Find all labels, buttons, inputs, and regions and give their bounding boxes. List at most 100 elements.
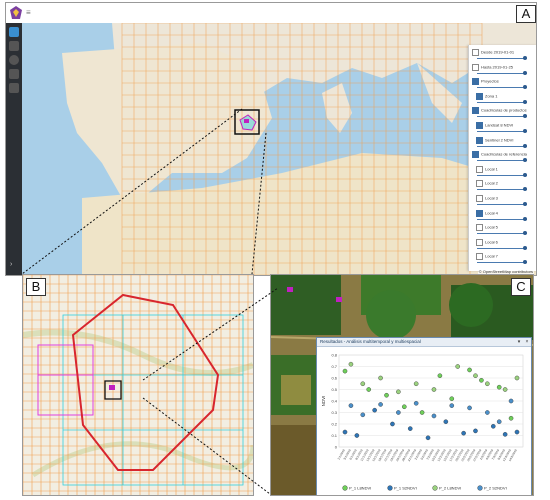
data-point[interactable] — [366, 387, 372, 392]
legend-label[interactable]: P_1 S2NDVI — [394, 486, 417, 491]
opacity-slider[interactable] — [477, 172, 527, 177]
layer-item[interactable]: Local 3 — [476, 195, 498, 202]
data-point[interactable] — [473, 428, 478, 434]
opacity-slider[interactable] — [477, 56, 527, 60]
slider-knob[interactable] — [523, 216, 527, 221]
data-point[interactable] — [443, 419, 449, 424]
data-point[interactable] — [348, 403, 354, 408]
slider-knob[interactable] — [523, 260, 527, 265]
opacity-slider[interactable] — [477, 85, 527, 90]
layer-checkbox[interactable] — [472, 78, 479, 86]
data-point[interactable] — [372, 407, 377, 413]
data-point[interactable] — [402, 404, 407, 410]
opacity-slider[interactable] — [477, 70, 527, 75]
data-point[interactable] — [419, 410, 425, 415]
data-point[interactable] — [437, 373, 443, 379]
slider-knob[interactable] — [523, 56, 527, 60]
data-point[interactable] — [514, 375, 520, 381]
layer-item[interactable]: Hasta 2019-01-25 — [472, 63, 513, 71]
menu-icon[interactable]: ≡ — [26, 8, 31, 17]
layer-item[interactable]: Local 6 — [476, 238, 498, 246]
data-point[interactable] — [502, 432, 508, 437]
slider-knob[interactable] — [523, 143, 527, 148]
slider-knob[interactable] — [523, 231, 527, 236]
layer-checkbox[interactable] — [476, 180, 483, 188]
legend-label[interactable]: P_1 L8NDVI — [349, 486, 371, 491]
data-point[interactable] — [390, 421, 395, 427]
data-point[interactable] — [431, 387, 437, 392]
opacity-slider[interactable] — [477, 99, 527, 104]
data-point[interactable] — [378, 402, 383, 407]
slider-knob[interactable] — [523, 172, 527, 177]
map-iberia[interactable] — [22, 23, 536, 275]
data-point[interactable] — [360, 412, 366, 418]
slider-knob[interactable] — [523, 187, 527, 192]
slider-knob[interactable] — [523, 202, 527, 206]
layer-checkbox[interactable] — [476, 122, 483, 129]
data-point[interactable] — [485, 381, 490, 387]
data-point[interactable] — [413, 381, 419, 387]
close-button[interactable]: × — [524, 339, 530, 345]
slider-knob[interactable] — [523, 129, 527, 133]
layers-icon[interactable] — [9, 41, 19, 51]
layer-item[interactable]: Zona 1 — [476, 92, 497, 100]
data-point[interactable] — [496, 384, 502, 390]
data-point[interactable] — [384, 392, 389, 398]
layer-checkbox[interactable] — [472, 107, 479, 115]
layer-checkbox[interactable] — [476, 92, 483, 100]
slider-knob[interactable] — [523, 99, 527, 104]
layer-checkbox[interactable] — [472, 63, 479, 71]
data-point[interactable] — [449, 403, 455, 408]
data-point[interactable] — [502, 387, 508, 392]
data-point[interactable] — [461, 430, 466, 436]
collapse-button[interactable]: ▾ — [516, 339, 522, 345]
opacity-slider[interactable] — [477, 260, 527, 265]
slider-knob[interactable] — [523, 70, 527, 75]
layer-checkbox[interactable] — [476, 224, 483, 232]
opacity-slider[interactable] — [477, 187, 527, 192]
opacity-slider[interactable] — [477, 158, 527, 163]
layer-item[interactable]: Proyectos — [472, 78, 499, 86]
data-point[interactable] — [407, 426, 413, 431]
data-point[interactable] — [413, 401, 419, 406]
layer-item[interactable]: Cuadrículas de productos — [472, 107, 527, 115]
opacity-slider[interactable] — [477, 143, 527, 148]
layer-checkbox[interactable] — [476, 195, 483, 202]
slider-knob[interactable] — [523, 245, 527, 250]
data-point[interactable] — [348, 361, 354, 367]
data-point[interactable] — [467, 367, 472, 373]
globe-icon[interactable] — [9, 55, 19, 65]
data-point[interactable] — [508, 398, 514, 404]
layer-checkbox[interactable] — [476, 253, 483, 261]
layer-item[interactable]: Local 5 — [476, 224, 498, 232]
layer-item[interactable]: Local 7 — [476, 253, 498, 261]
opacity-slider[interactable] — [477, 202, 527, 206]
data-point[interactable] — [473, 373, 478, 379]
opacity-slider[interactable] — [477, 245, 527, 250]
opacity-slider[interactable] — [477, 216, 527, 221]
search-icon[interactable] — [9, 69, 19, 79]
data-point[interactable] — [396, 410, 401, 415]
layer-checkbox[interactable] — [476, 165, 483, 173]
data-point[interactable] — [425, 435, 431, 441]
data-point[interactable] — [508, 415, 514, 421]
home-icon[interactable] — [9, 27, 19, 37]
layer-item[interactable]: Sentinel 2 NDVI — [476, 136, 513, 144]
data-point[interactable] — [354, 433, 360, 438]
data-point[interactable] — [360, 381, 366, 387]
panel-c-satellite-results[interactable]: C Resultados - Análisis multitemporal y … — [270, 274, 534, 496]
data-point[interactable] — [449, 396, 455, 402]
results-chart-window[interactable]: Resultados - Análisis multitemporal y mu… — [316, 337, 532, 495]
layer-item[interactable]: Desde 2019-01-01 — [472, 49, 514, 56]
layer-checkbox[interactable] — [472, 49, 479, 56]
data-point[interactable] — [479, 377, 484, 383]
opacity-slider[interactable] — [477, 114, 527, 119]
layer-item[interactable]: Landsat 8 NDVI — [476, 122, 513, 129]
panel-b-zoomed-map[interactable]: B — [22, 274, 254, 496]
data-point[interactable] — [514, 429, 520, 435]
data-point[interactable] — [467, 405, 472, 411]
data-point[interactable] — [455, 364, 460, 369]
eye-icon[interactable] — [9, 83, 19, 93]
expand-icon[interactable]: › — [10, 261, 12, 268]
data-point[interactable] — [431, 413, 437, 419]
